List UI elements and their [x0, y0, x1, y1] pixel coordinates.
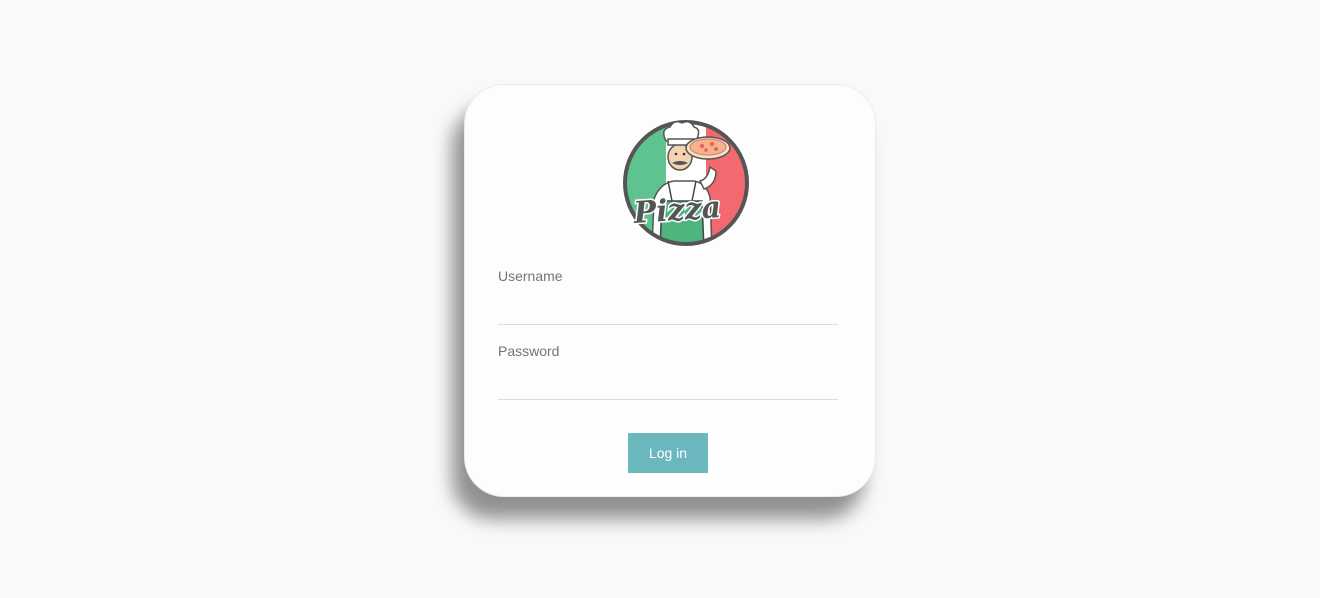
username-label: Username	[498, 268, 563, 284]
login-button[interactable]: Log in	[628, 433, 708, 473]
password-label: Password	[498, 343, 560, 359]
login-card: Pizza Username Password Log in	[464, 84, 876, 497]
password-input[interactable]	[498, 371, 838, 400]
login-page: Pizza Username Password Log in	[0, 0, 1320, 598]
password-field-group: Password	[498, 343, 838, 400]
pizza-chef-icon: Pizza	[623, 120, 749, 246]
username-input[interactable]	[498, 296, 838, 325]
username-field-group: Username	[498, 268, 838, 325]
pizza-logo: Pizza	[620, 117, 752, 249]
logo-text: Pizza	[631, 190, 722, 231]
